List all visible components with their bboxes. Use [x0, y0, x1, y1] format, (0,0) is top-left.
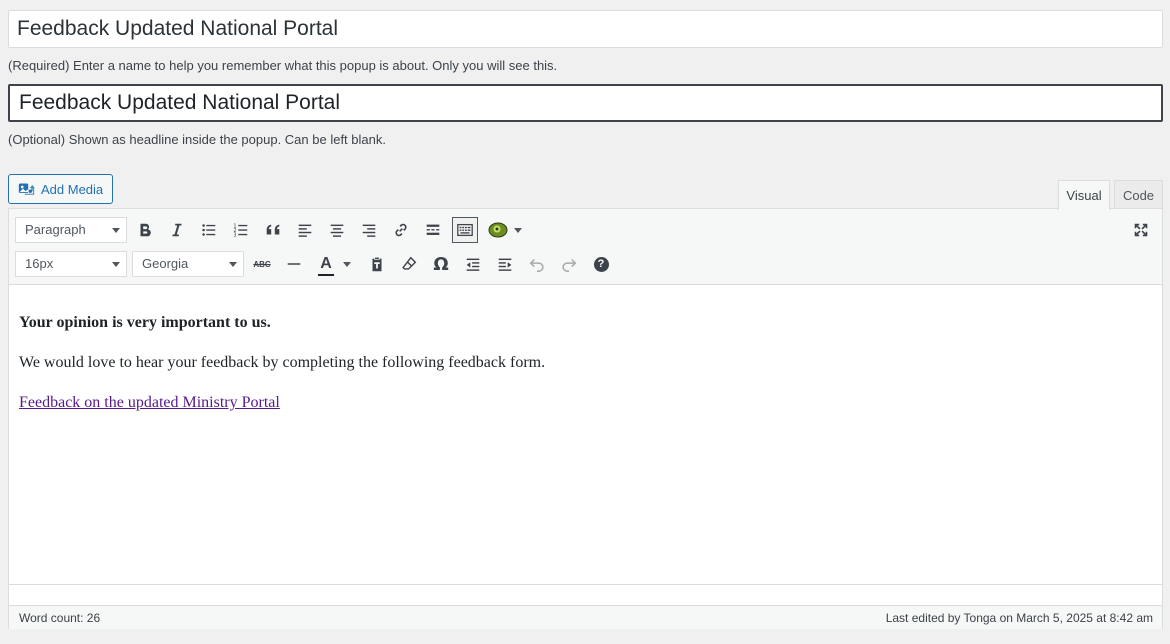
- italic-icon: [172, 223, 182, 237]
- strikethrough-icon: ABC: [253, 259, 271, 269]
- indent-icon: [498, 258, 512, 271]
- read-more-button[interactable]: [420, 217, 446, 243]
- help-button[interactable]: ?: [588, 251, 614, 277]
- outdent-button[interactable]: [460, 251, 486, 277]
- redo-icon: [562, 258, 577, 272]
- horizontal-line-button[interactable]: [281, 251, 307, 277]
- italic-button[interactable]: [164, 217, 190, 243]
- last-edited: Last edited by Tonga on March 5, 2025 at…: [885, 611, 1153, 625]
- indent-button[interactable]: [492, 251, 518, 277]
- paste-text-button[interactable]: [364, 251, 390, 277]
- plugin-icon: [488, 222, 508, 238]
- fullscreen-button[interactable]: [1128, 217, 1154, 243]
- blockquote-button[interactable]: [260, 217, 286, 243]
- paste-text-icon: [372, 256, 382, 272]
- format-select[interactable]: Paragraph: [15, 217, 127, 243]
- align-left-button[interactable]: [292, 217, 318, 243]
- bold-button[interactable]: [132, 217, 158, 243]
- word-count: Word count: 26: [19, 611, 101, 625]
- help-icon: ?: [593, 256, 609, 272]
- special-character-button[interactable]: Ω: [428, 251, 454, 277]
- add-media-label: Add Media: [41, 181, 104, 197]
- font-size-select[interactable]: 16px: [15, 251, 127, 277]
- strikethrough-button[interactable]: ABC: [249, 251, 275, 277]
- text-color-icon: A: [317, 255, 335, 276]
- font-family-select[interactable]: Georgia: [132, 251, 244, 277]
- add-media-icon: [18, 183, 35, 195]
- font-family-value: Georgia: [142, 256, 189, 271]
- bullet-list-button[interactable]: [196, 217, 222, 243]
- align-left-icon: [298, 224, 312, 237]
- editor-toolbar: Paragraph 123 16px Georgia ABC A Ω ?: [9, 209, 1162, 285]
- special-character-icon: Ω: [433, 253, 449, 275]
- blockquote-icon: [266, 224, 280, 235]
- align-center-button[interactable]: [324, 217, 350, 243]
- editor-path-bar: [9, 584, 1162, 605]
- font-size-value: 16px: [25, 256, 54, 271]
- bold-icon: [140, 223, 151, 237]
- text-color-button[interactable]: A: [313, 251, 355, 277]
- fullscreen-icon: [1134, 223, 1148, 237]
- numbered-list-button[interactable]: 123: [228, 217, 254, 243]
- outdent-icon: [466, 258, 480, 271]
- popup-name-help: (Required) Enter a name to help you reme…: [8, 58, 558, 73]
- bullet-list-icon: [202, 224, 216, 236]
- editor-content[interactable]: Your opinion is very important to us. We…: [9, 286, 1162, 584]
- svg-text:3: 3: [233, 232, 236, 238]
- clear-formatting-button[interactable]: [396, 251, 422, 277]
- popup-headline-input[interactable]: Feedback Updated National Portal: [8, 84, 1163, 122]
- chevron-down-icon: [112, 262, 120, 267]
- align-right-button[interactable]: [356, 217, 382, 243]
- chevron-down-icon: [514, 227, 522, 233]
- chevron-down-icon: [112, 228, 120, 233]
- plugin-dropdown-button[interactable]: [486, 217, 524, 243]
- link-icon: [395, 223, 407, 237]
- chevron-down-icon: [343, 261, 351, 267]
- insert-link-button[interactable]: [388, 217, 414, 243]
- numbered-list-icon: 123: [233, 223, 248, 238]
- content-heading: Your opinion is very important to us.: [19, 314, 271, 331]
- horizontal-line-icon: [287, 263, 301, 265]
- clear-formatting-icon: [402, 256, 417, 270]
- tab-visual[interactable]: Visual: [1058, 180, 1110, 210]
- redo-button[interactable]: [556, 251, 582, 277]
- undo-icon: [529, 258, 544, 272]
- content-paragraph: We would love to hear your feedback by c…: [19, 354, 546, 371]
- add-media-button[interactable]: Add Media: [8, 174, 113, 204]
- feedback-link[interactable]: Feedback on the updated Ministry Portal: [19, 394, 280, 411]
- text-color-glyph: A: [320, 255, 332, 272]
- editor: Paragraph 123 16px Georgia ABC A Ω ? You…: [8, 208, 1163, 629]
- align-right-icon: [362, 224, 376, 237]
- toolbar-toggle-button[interactable]: [452, 217, 478, 243]
- help-glyph: ?: [597, 258, 605, 270]
- read-more-icon: [426, 224, 440, 235]
- editor-status-bar: Word count: 26 Last edited by Tonga on M…: [9, 605, 1162, 629]
- align-center-icon: [330, 224, 344, 237]
- undo-button[interactable]: [524, 251, 550, 277]
- tab-code[interactable]: Code: [1114, 180, 1163, 209]
- toolbar-toggle-icon: [457, 223, 473, 237]
- popup-headline-help: (Optional) Shown as headline inside the …: [8, 132, 386, 147]
- popup-name-input[interactable]: Feedback Updated National Portal: [8, 10, 1163, 48]
- chevron-down-icon: [229, 262, 237, 267]
- format-select-value: Paragraph: [25, 222, 86, 237]
